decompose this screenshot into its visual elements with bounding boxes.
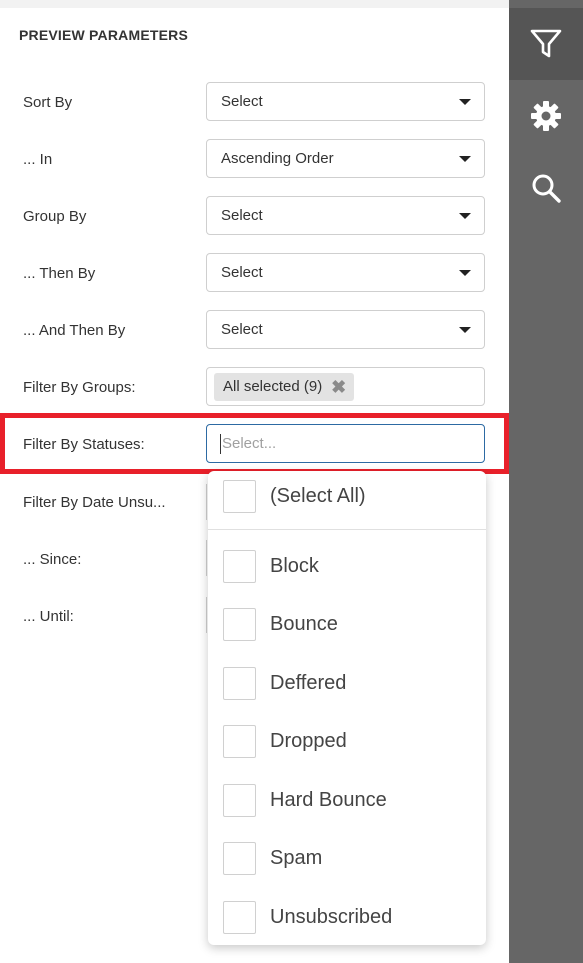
and-then-by-value: Select (221, 321, 263, 338)
filter-statuses-placeholder: Select... (222, 435, 277, 452)
filter-groups-multiselect[interactable]: All selected (9) ✖ (206, 367, 485, 406)
caret-down-icon (459, 156, 471, 162)
group-by-value: Select (221, 207, 263, 224)
sort-by-value: Select (221, 93, 263, 110)
search-icon[interactable] (509, 158, 583, 218)
option-select-all[interactable]: (Select All) (208, 473, 486, 523)
order-label: ... In (23, 151, 53, 168)
checkbox[interactable] (223, 667, 256, 700)
panel-title: PREVIEW PARAMETERS (19, 27, 189, 43)
option-item[interactable]: Dropped (208, 718, 486, 768)
order-value: Ascending Order (221, 150, 334, 167)
filter-statuses-label: Filter By Statuses: (23, 436, 145, 453)
sidebar-cap (509, 0, 583, 8)
option-item[interactable]: Spam (208, 835, 486, 885)
gear-icon[interactable] (509, 86, 583, 146)
checkbox[interactable] (223, 725, 256, 758)
checkbox[interactable] (223, 842, 256, 875)
caret-down-icon (459, 99, 471, 105)
checkbox[interactable] (223, 901, 256, 934)
checkbox[interactable] (223, 480, 256, 513)
option-label: Bounce (270, 613, 338, 635)
order-select[interactable]: Ascending Order (206, 139, 485, 178)
text-cursor (220, 434, 221, 454)
chip-label: All selected (9) (223, 378, 323, 395)
caret-down-icon (459, 213, 471, 219)
right-sidebar (509, 8, 583, 963)
option-item[interactable]: Deffered (208, 660, 486, 710)
group-by-label: Group By (23, 208, 87, 225)
since-label: ... Since: (23, 551, 82, 568)
and-then-by-select[interactable]: Select (206, 310, 485, 349)
filter-date-label: Filter By Date Unsu... (23, 494, 166, 511)
option-label: Block (270, 555, 319, 577)
checkbox[interactable] (223, 608, 256, 641)
option-label: Hard Bounce (270, 789, 387, 811)
filter-statuses-input[interactable]: Select... (206, 424, 485, 463)
statuses-dropdown: (Select All) Block Bounce Deffered Dropp… (208, 471, 486, 945)
option-label: Deffered (270, 672, 347, 694)
caret-down-icon (459, 270, 471, 276)
checkbox[interactable] (223, 784, 256, 817)
top-strip (0, 0, 509, 8)
option-label: Unsubscribed (270, 906, 393, 928)
option-item[interactable]: Block (208, 543, 486, 593)
caret-down-icon (459, 327, 471, 333)
then-by-label: ... Then By (23, 265, 96, 282)
sort-by-select[interactable]: Select (206, 82, 485, 121)
then-by-select[interactable]: Select (206, 253, 485, 292)
selected-chip: All selected (9) ✖ (214, 373, 355, 401)
filter-groups-label: Filter By Groups: (23, 379, 136, 396)
option-label: Spam (270, 847, 323, 869)
option-item[interactable]: Unsubscribed (208, 894, 486, 944)
option-item[interactable]: Bounce (208, 601, 486, 651)
remove-chip-icon[interactable]: ✖ (331, 373, 346, 401)
until-label: ... Until: (23, 608, 74, 625)
sort-by-label: Sort By (23, 94, 73, 111)
option-item[interactable]: Hard Bounce (208, 777, 486, 827)
and-then-by-label: ... And Then By (23, 322, 126, 339)
option-label: Dropped (270, 730, 347, 752)
filter-icon[interactable] (509, 14, 583, 74)
divider (208, 529, 486, 530)
then-by-value: Select (221, 264, 263, 281)
group-by-select[interactable]: Select (206, 196, 485, 235)
option-label: (Select All) (270, 485, 366, 507)
checkbox[interactable] (223, 550, 256, 583)
